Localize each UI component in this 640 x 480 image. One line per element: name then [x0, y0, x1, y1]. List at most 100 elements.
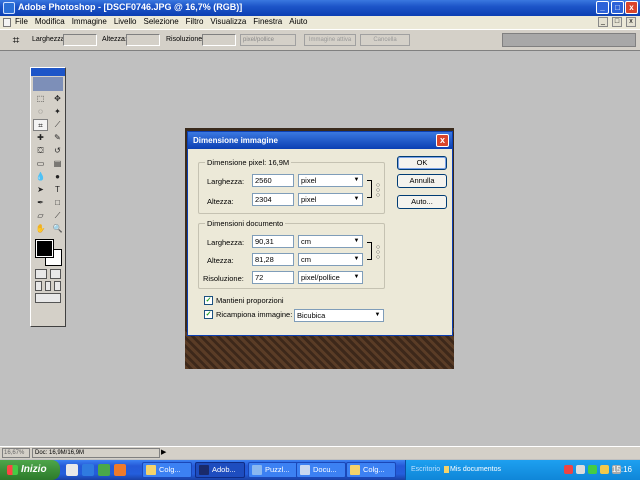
- zoom-level-field[interactable]: 16,67%: [2, 448, 30, 458]
- auto-button[interactable]: Auto...: [397, 195, 447, 209]
- menu-immagine[interactable]: Immagine: [72, 17, 107, 26]
- doc-height-input[interactable]: 81,28: [252, 253, 294, 266]
- menu-aiuto[interactable]: Aiuto: [289, 17, 307, 26]
- ok-button[interactable]: OK: [397, 156, 447, 170]
- crop-tool-icon[interactable]: ⌗: [33, 119, 48, 131]
- quicklaunch-desktop-icon[interactable]: [66, 464, 78, 476]
- blur-tool-icon[interactable]: 💧: [33, 171, 48, 183]
- magic-wand-tool-icon[interactable]: ✦: [50, 106, 65, 118]
- clock[interactable]: 15:16: [612, 465, 632, 474]
- tray-network-icon[interactable]: [576, 465, 585, 474]
- resolution-input[interactable]: 72: [252, 271, 294, 284]
- pixel-width-unit-select[interactable]: pixel ▼: [298, 174, 363, 187]
- pixel-height-input[interactable]: 2304: [252, 193, 294, 206]
- options-bar: ⌗ Larghezza: Altezza: Risoluzione: pixel…: [0, 29, 640, 51]
- eraser-tool-icon[interactable]: ▭: [33, 158, 48, 170]
- path-selection-tool-icon[interactable]: ➤: [33, 184, 48, 196]
- taskbar-item-documents[interactable]: Docu...: [296, 462, 346, 478]
- toolbox-logo[interactable]: [33, 77, 63, 91]
- notes-tool-icon[interactable]: ▱: [33, 210, 48, 222]
- eyedropper-tool-icon[interactable]: ⟋: [50, 210, 65, 222]
- quicklaunch-app-icon[interactable]: [114, 464, 126, 476]
- clone-stamp-tool-icon[interactable]: ⛋: [33, 145, 48, 157]
- menu-finestra[interactable]: Finestra: [253, 17, 282, 26]
- dodge-tool-icon[interactable]: ●: [50, 171, 65, 183]
- menu-selezione[interactable]: Selezione: [144, 17, 179, 26]
- resolution-unit-select[interactable]: pixel/pollice ▼: [298, 271, 363, 284]
- foreground-color-swatch[interactable]: [35, 239, 54, 258]
- menu-visualizza[interactable]: Visualizza: [210, 17, 246, 26]
- healing-brush-tool-icon[interactable]: ✚: [33, 132, 48, 144]
- menu-livello[interactable]: Livello: [114, 17, 137, 26]
- resample-image-label: Ricampiona immagine:: [216, 310, 293, 319]
- color-swatches: [33, 238, 63, 266]
- type-tool-icon[interactable]: T: [50, 184, 65, 196]
- standard-mode-icon[interactable]: [35, 269, 47, 279]
- dialog-close-button[interactable]: x: [436, 134, 449, 147]
- tray-status-icon[interactable]: [588, 465, 597, 474]
- doc-minimize-button[interactable]: _: [598, 17, 608, 27]
- imageready-icon[interactable]: [35, 293, 61, 303]
- tray-antivirus-icon[interactable]: [564, 465, 573, 474]
- pen-tool-icon[interactable]: ✒: [33, 197, 48, 209]
- tray-volume-icon[interactable]: [600, 465, 609, 474]
- windows-flag-icon: [7, 465, 18, 475]
- brush-tool-icon[interactable]: ✎: [50, 132, 65, 144]
- front-image-button[interactable]: Immagine attiva: [304, 34, 356, 46]
- quicklaunch-ie-icon[interactable]: [82, 464, 94, 476]
- pixel-width-input[interactable]: 2560: [252, 174, 294, 187]
- doc-restore-button[interactable]: □: [612, 17, 622, 27]
- doc-height-unit-select[interactable]: cm ▼: [298, 253, 363, 266]
- hand-tool-icon[interactable]: ✋: [33, 223, 48, 235]
- full-screen-menu-mode-icon[interactable]: [44, 281, 52, 291]
- clear-button[interactable]: Cancella: [360, 34, 410, 46]
- pixel-height-unit-select[interactable]: pixel ▼: [298, 193, 363, 206]
- gradient-tool-icon[interactable]: ▤: [50, 158, 65, 170]
- taskbar-item-puzzle[interactable]: Puzzl...: [248, 462, 298, 478]
- resample-image-checkbox[interactable]: ✓ Ricampiona immagine:: [204, 310, 292, 319]
- start-button[interactable]: Inizio: [0, 460, 60, 480]
- lasso-tool-icon[interactable]: ◌: [33, 106, 48, 118]
- crop-tool-icon[interactable]: ⌗: [8, 33, 24, 47]
- options-resolution-unit-select[interactable]: pixel/pollice: [240, 34, 296, 46]
- palette-well[interactable]: [502, 33, 636, 47]
- cancel-button[interactable]: Annulla: [397, 174, 447, 188]
- taskbar-item-colg-1[interactable]: Colg...: [142, 462, 192, 478]
- resample-method-select[interactable]: Bicubica ▼: [294, 309, 384, 322]
- screen-mode-buttons: [31, 280, 65, 292]
- mask-mode-buttons: [31, 268, 65, 280]
- doc-width-input[interactable]: 90,31: [252, 235, 294, 248]
- quick-mask-mode-icon[interactable]: [49, 269, 61, 279]
- window-titlebar[interactable]: Adobe Photoshop - [DSCF0746.JPG @ 16,7% …: [0, 0, 640, 16]
- minimize-button[interactable]: _: [596, 1, 609, 14]
- menu-modifica[interactable]: Modifica: [35, 17, 65, 26]
- rectangle-tool-icon[interactable]: □: [50, 197, 65, 209]
- menu-file[interactable]: File: [15, 17, 28, 26]
- history-brush-tool-icon[interactable]: ↺: [50, 145, 65, 157]
- options-width-field[interactable]: [63, 34, 97, 46]
- quicklaunch-media-icon[interactable]: [98, 464, 110, 476]
- options-height-field[interactable]: [126, 34, 160, 46]
- close-button[interactable]: x: [625, 1, 638, 14]
- toolbox-titlebar[interactable]: [31, 68, 65, 76]
- constrain-proportions-checkbox[interactable]: ✓ Mantieni proporzioni: [204, 296, 284, 305]
- zoom-tool-icon[interactable]: 🔍: [50, 223, 65, 235]
- move-tool-icon[interactable]: ✥: [50, 93, 65, 105]
- desktop-toolbar-label[interactable]: Escritorio: [411, 466, 440, 473]
- full-screen-mode-icon[interactable]: [54, 281, 62, 291]
- my-documents-link[interactable]: Mis documentos: [450, 466, 501, 473]
- info-menu-arrow-icon[interactable]: ▶: [161, 448, 169, 458]
- marquee-tool-icon[interactable]: ⬚: [33, 93, 48, 105]
- doc-width-unit-select[interactable]: cm ▼: [298, 235, 363, 248]
- options-resolution-field[interactable]: [202, 34, 236, 46]
- dialog-titlebar[interactable]: Dimensione immagine x: [188, 132, 452, 149]
- menu-filtro[interactable]: Filtro: [186, 17, 204, 26]
- taskbar-item-photoshop[interactable]: Adob...: [195, 462, 245, 478]
- maximize-button[interactable]: □: [611, 1, 624, 14]
- doc-close-button[interactable]: x: [626, 17, 636, 27]
- taskbar-item-colg-2[interactable]: Colg...: [346, 462, 396, 478]
- document-icon[interactable]: [3, 18, 11, 27]
- slice-tool-icon[interactable]: ⟋: [50, 119, 65, 131]
- standard-screen-mode-icon[interactable]: [35, 281, 42, 291]
- chevron-down-icon: ▼: [353, 238, 360, 244]
